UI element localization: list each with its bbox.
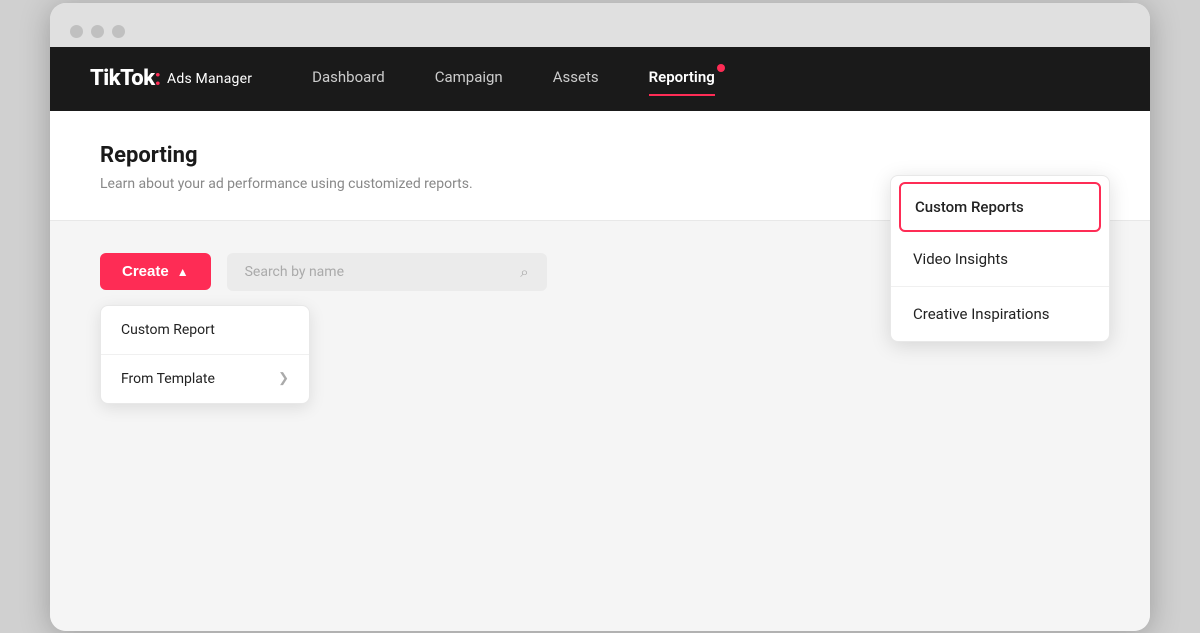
logo-area: TikTok: Ads Manager [90, 66, 252, 91]
create-dropdown: Custom Report From Template ❯ [100, 305, 310, 404]
nav-reporting[interactable]: Reporting [649, 68, 715, 90]
reporting-dropdown-video-insights[interactable]: Video Insights [891, 232, 1109, 287]
create-label: Create [122, 263, 169, 280]
dropdown-from-template[interactable]: From Template ❯ [101, 355, 309, 403]
reporting-dropdown-creative-inspirations[interactable]: Creative Inspirations [891, 287, 1109, 341]
top-nav: TikTok: Ads Manager Dashboard Campaign A… [50, 47, 1150, 111]
dropdown-custom-report[interactable]: Custom Report [101, 306, 309, 355]
create-button[interactable]: Create ▲ [100, 253, 211, 290]
dropdown-custom-report-label: Custom Report [121, 322, 215, 338]
chevron-up-icon: ▲ [177, 265, 189, 279]
logo-colon: : [155, 66, 161, 91]
chevron-right-icon: ❯ [278, 371, 289, 386]
nav-assets[interactable]: Assets [553, 68, 599, 90]
search-box[interactable]: Search by name ⌕ [227, 253, 547, 291]
search-icon: ⌕ [520, 263, 528, 281]
reporting-dropdown-custom-reports[interactable]: Custom Reports [899, 182, 1101, 232]
browser-window: TikTok: Ads Manager Dashboard Campaign A… [50, 3, 1150, 631]
logo-ads-manager: Ads Manager [167, 71, 252, 87]
page-title: Reporting [100, 143, 1100, 168]
search-placeholder: Search by name [245, 264, 344, 280]
browser-chrome [50, 3, 1150, 47]
nav-dashboard[interactable]: Dashboard [312, 68, 385, 90]
reporting-dropdown: Custom Reports Video Insights Creative I… [890, 175, 1110, 342]
browser-dot-2 [91, 25, 104, 38]
browser-dot-3 [112, 25, 125, 38]
logo-tiktok: TikTok [90, 66, 155, 91]
nav-items: Dashboard Campaign Assets Reporting [312, 68, 1110, 90]
browser-dot-1 [70, 25, 83, 38]
dropdown-from-template-label: From Template [121, 371, 215, 387]
nav-campaign[interactable]: Campaign [435, 68, 503, 90]
reporting-notification-dot [717, 64, 725, 72]
